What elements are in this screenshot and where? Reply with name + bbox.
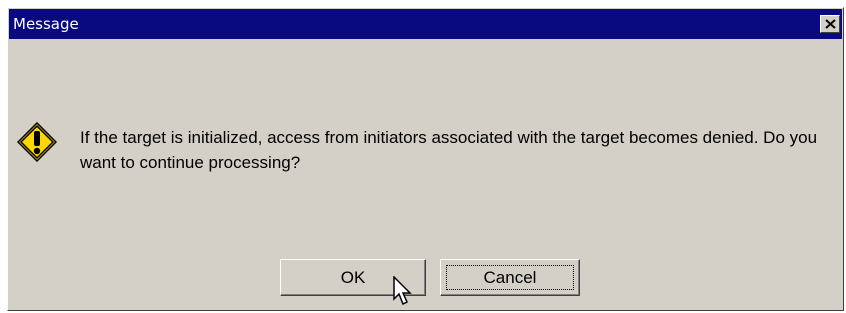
message-text: If the target is initialized, access fro… (80, 128, 818, 172)
close-button[interactable] (820, 15, 840, 33)
close-icon (825, 19, 836, 29)
warning-icon (17, 122, 57, 162)
mouse-pointer-icon (393, 276, 412, 306)
cancel-button-label: Cancel (483, 268, 537, 287)
message-dialog: Message If the target is initialized, ac… (7, 7, 844, 311)
title-bar[interactable]: Message (9, 9, 842, 39)
cancel-button[interactable]: Cancel (440, 259, 580, 296)
dialog-title: Message (13, 15, 79, 33)
